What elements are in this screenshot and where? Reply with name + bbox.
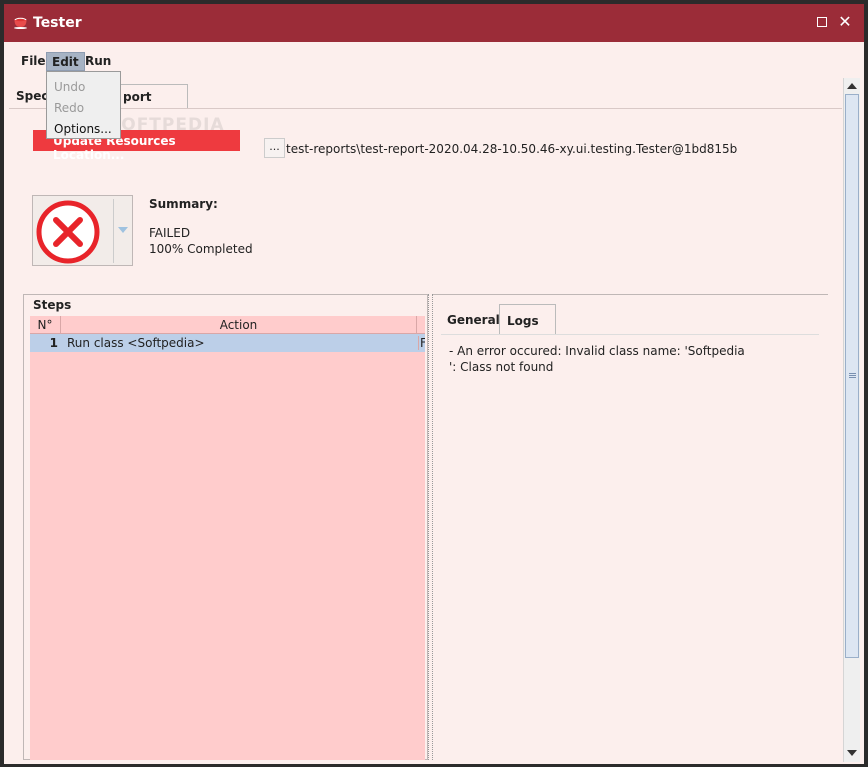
vertical-scrollbar[interactable] — [843, 78, 860, 762]
table-row[interactable]: 1 Run class <Softpedia> F — [30, 334, 425, 352]
close-button[interactable]: ✕ — [837, 14, 853, 30]
menu-item-options[interactable]: Options... — [54, 122, 112, 136]
status-dropdown-arrow[interactable] — [113, 199, 131, 263]
menu-bar: File Edit Run — [4, 42, 864, 76]
title-bar[interactable]: Tester ✕ — [4, 4, 864, 42]
tab-general[interactable]: General — [439, 304, 500, 334]
scroll-up-icon[interactable] — [847, 83, 857, 89]
close-icon: ✕ — [838, 12, 852, 31]
window-title: Tester — [33, 15, 82, 31]
column-header-action[interactable]: Action — [61, 316, 417, 334]
steps-panel: Steps N° Action 1 Run class <Softpedia> … — [23, 294, 428, 760]
status-combo[interactable] — [32, 195, 133, 266]
menu-item-redo[interactable]: Redo — [54, 101, 84, 115]
summary-label: Summary: — [149, 197, 218, 211]
main-tabs: Speci port — [9, 78, 842, 109]
column-header-overflow[interactable] — [417, 316, 425, 334]
scrollbar-thumb[interactable] — [845, 94, 859, 658]
maximize-icon — [817, 17, 827, 27]
chevron-down-icon — [118, 227, 128, 233]
step-action: Run class <Softpedia> — [67, 336, 205, 350]
summary-progress: 100% Completed — [149, 242, 253, 256]
summary-status: FAILED — [149, 226, 191, 240]
steps-title: Steps — [33, 298, 72, 312]
log-area[interactable]: - An error occured: Invalid class name: … — [441, 334, 819, 761]
step-result: F — [418, 336, 425, 350]
scroll-down-icon[interactable] — [847, 750, 857, 756]
details-panel: General Logs - An error occured: Invalid… — [433, 294, 828, 760]
menu-item-undo[interactable]: Undo — [54, 80, 85, 94]
steps-table[interactable]: N° Action 1 Run class <Softpedia> F — [30, 316, 425, 760]
teacup-app-icon — [14, 17, 27, 29]
menu-edit[interactable]: Edit — [46, 52, 85, 71]
maximize-button[interactable] — [814, 14, 830, 30]
failed-icon — [36, 200, 100, 264]
menu-run[interactable]: Run — [80, 52, 116, 71]
log-line: ': Class not found — [449, 360, 554, 374]
log-line: - An error occured: Invalid class name: … — [449, 344, 745, 358]
report-path: test-reports\test-report-2020.04.28-10.5… — [286, 142, 738, 156]
browse-button[interactable]: ... — [264, 138, 285, 158]
tab-report-label: port — [123, 90, 152, 104]
edit-menu-dropdown: Undo Redo Options... — [46, 71, 121, 139]
tab-logs[interactable]: Logs — [499, 304, 556, 334]
column-header-number[interactable]: N° — [30, 316, 61, 334]
tester-window: Tester ✕ File Edit Run Speci port SOFTPE… — [4, 4, 864, 764]
grip-icon — [849, 373, 856, 378]
step-number: 1 — [49, 336, 58, 350]
